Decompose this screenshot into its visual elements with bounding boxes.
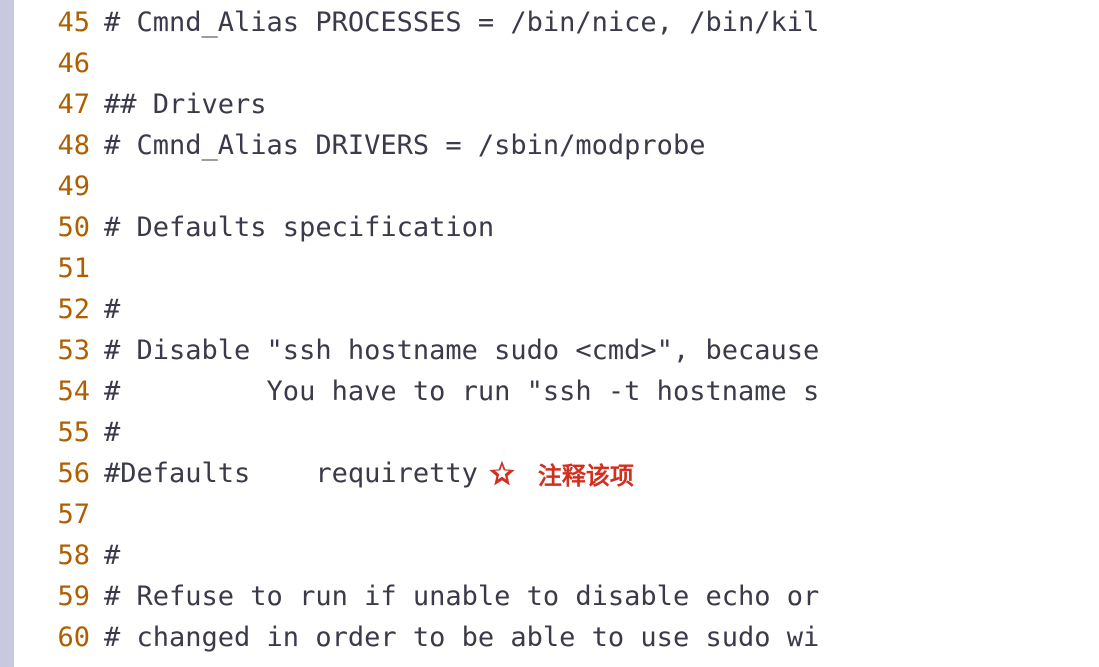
line-content: # Disable "ssh hostname sudo <cmd>", bec… bbox=[104, 335, 819, 366]
line-number: 52 bbox=[14, 294, 104, 325]
line-number: 59 bbox=[14, 581, 104, 612]
code-line: 60 # changed in order to be able to use … bbox=[14, 617, 819, 658]
line-number: 60 bbox=[14, 622, 104, 653]
annotation-text: 注释该项 bbox=[538, 456, 634, 491]
line-content: #Defaults requiretty 注释该项 bbox=[104, 456, 634, 491]
line-number: 51 bbox=[14, 253, 104, 284]
line-content: ## Drivers bbox=[104, 89, 267, 120]
code-line: 45 # Cmnd_Alias PROCESSES = /bin/nice, /… bbox=[14, 2, 819, 43]
line-content: # Cmnd_Alias PROCESSES = /bin/nice, /bin… bbox=[104, 7, 819, 38]
left-margin-bar bbox=[0, 0, 14, 667]
code-line: 57 bbox=[14, 494, 819, 535]
code-line: 55 # bbox=[14, 412, 819, 453]
line-number: 49 bbox=[14, 171, 104, 202]
line-number: 50 bbox=[14, 212, 104, 243]
line-number: 56 bbox=[14, 458, 104, 489]
line-content: # You have to run "ssh -t hostname s bbox=[104, 376, 819, 407]
code-line: 56 #Defaults requiretty 注释该项 bbox=[14, 453, 819, 494]
code-line: 59 # Refuse to run if unable to disable … bbox=[14, 576, 819, 617]
line-number: 47 bbox=[14, 89, 104, 120]
line-number: 46 bbox=[14, 48, 104, 79]
line-number: 48 bbox=[14, 130, 104, 161]
line-number: 54 bbox=[14, 376, 104, 407]
line-number: 57 bbox=[14, 499, 104, 530]
line-content: # Defaults specification bbox=[104, 212, 494, 243]
line-number: 55 bbox=[14, 417, 104, 448]
line-content: # changed in order to be able to use sud… bbox=[104, 622, 819, 653]
code-line: 46 bbox=[14, 43, 819, 84]
code-line: 53 # Disable "ssh hostname sudo <cmd>", … bbox=[14, 330, 819, 371]
line-number: 58 bbox=[14, 540, 104, 571]
code-line: 48 # Cmnd_Alias DRIVERS = /sbin/modprobe bbox=[14, 125, 819, 166]
code-line: 50 # Defaults specification bbox=[14, 207, 819, 248]
line-text: #Defaults requiretty bbox=[104, 458, 478, 489]
line-number: 53 bbox=[14, 335, 104, 366]
code-line: 54 # You have to run "ssh -t hostname s bbox=[14, 371, 819, 412]
star-icon bbox=[486, 458, 518, 490]
line-content: # bbox=[104, 540, 120, 571]
code-block: 45 # Cmnd_Alias PROCESSES = /bin/nice, /… bbox=[14, 0, 819, 658]
code-line: 47 ## Drivers bbox=[14, 84, 819, 125]
code-line: 58 # bbox=[14, 535, 819, 576]
code-line: 51 bbox=[14, 248, 819, 289]
line-content: # bbox=[104, 294, 120, 325]
line-content: # bbox=[104, 417, 120, 448]
line-content: # Refuse to run if unable to disable ech… bbox=[104, 581, 819, 612]
code-line: 52 # bbox=[14, 289, 819, 330]
code-line: 49 bbox=[14, 166, 819, 207]
line-content: # Cmnd_Alias DRIVERS = /sbin/modprobe bbox=[104, 130, 705, 161]
line-number: 45 bbox=[14, 7, 104, 38]
